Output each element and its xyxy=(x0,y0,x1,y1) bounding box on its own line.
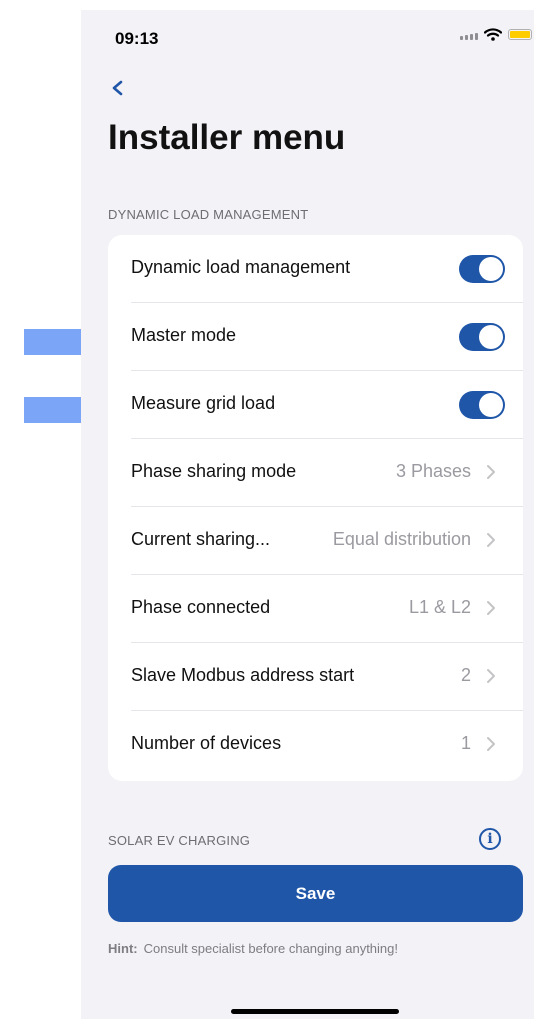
dynamic-load-management-toggle[interactable] xyxy=(459,255,505,283)
hint-message: Consult specialist before changing anyth… xyxy=(143,941,398,956)
row-current-sharing[interactable]: Current sharing... Equal distribution xyxy=(108,507,523,575)
hint-label: Hint: xyxy=(108,941,138,956)
page-title: Installer menu xyxy=(108,118,346,157)
wifi-icon xyxy=(484,28,502,41)
row-value: L1 & L2 xyxy=(408,597,471,617)
row-slave-modbus-address-start[interactable]: Slave Modbus address start 2 xyxy=(108,643,523,711)
chevron-right-icon xyxy=(487,601,495,615)
row-label: Phase sharing mode xyxy=(131,461,297,481)
measure-grid-load-toggle[interactable] xyxy=(459,391,505,419)
status-icons xyxy=(460,28,534,41)
info-icon[interactable]: i xyxy=(479,828,501,850)
row-label: Dynamic load management xyxy=(131,257,351,277)
chevron-right-icon xyxy=(487,465,495,479)
row-phase-connected[interactable]: Phase connected L1 & L2 xyxy=(108,575,523,643)
battery-icon xyxy=(508,29,532,40)
chevron-right-icon xyxy=(487,533,495,547)
row-measure-grid-load[interactable]: Measure grid load xyxy=(108,371,523,439)
row-label: Number of devices xyxy=(131,733,282,753)
hint-text: Hint: Consult specialist before changing … xyxy=(108,941,398,956)
back-chevron-icon[interactable] xyxy=(108,74,128,102)
row-phase-sharing-mode[interactable]: Phase sharing mode 3 Phases xyxy=(108,439,523,507)
phone-screen: 09:13 Installer menu DYNAMIC LOAD MANAGE… xyxy=(81,10,534,1019)
row-label: Master mode xyxy=(131,325,237,345)
section-header-solar-ev-charging: SOLAR EV CHARGING xyxy=(108,833,251,848)
settings-card-dynamic-load: Dynamic load management Master mode Meas… xyxy=(108,235,523,781)
row-value: 2 xyxy=(460,665,471,685)
home-indicator xyxy=(231,1009,399,1014)
status-bar: 09:13 xyxy=(81,10,534,60)
row-dynamic-load-management[interactable]: Dynamic load management xyxy=(108,235,523,303)
row-value: Equal distribution xyxy=(332,529,471,549)
chevron-right-icon xyxy=(487,669,495,683)
row-master-mode[interactable]: Master mode xyxy=(108,303,523,371)
row-value: 1 xyxy=(460,733,471,753)
master-mode-toggle[interactable] xyxy=(459,323,505,351)
section-header-dynamic-load: DYNAMIC LOAD MANAGEMENT xyxy=(108,207,309,222)
row-label: Slave Modbus address start xyxy=(131,665,355,685)
row-label: Phase connected xyxy=(131,597,271,617)
chevron-right-icon xyxy=(487,737,495,751)
row-label: Measure grid load xyxy=(131,393,276,413)
save-button[interactable]: Save xyxy=(108,865,523,922)
row-number-of-devices[interactable]: Number of devices 1 xyxy=(108,711,523,779)
row-value: 3 Phases xyxy=(395,461,471,481)
row-label: Current sharing... xyxy=(131,529,271,549)
cellular-signal-icon xyxy=(460,30,478,40)
status-time: 09:13 xyxy=(115,29,159,48)
